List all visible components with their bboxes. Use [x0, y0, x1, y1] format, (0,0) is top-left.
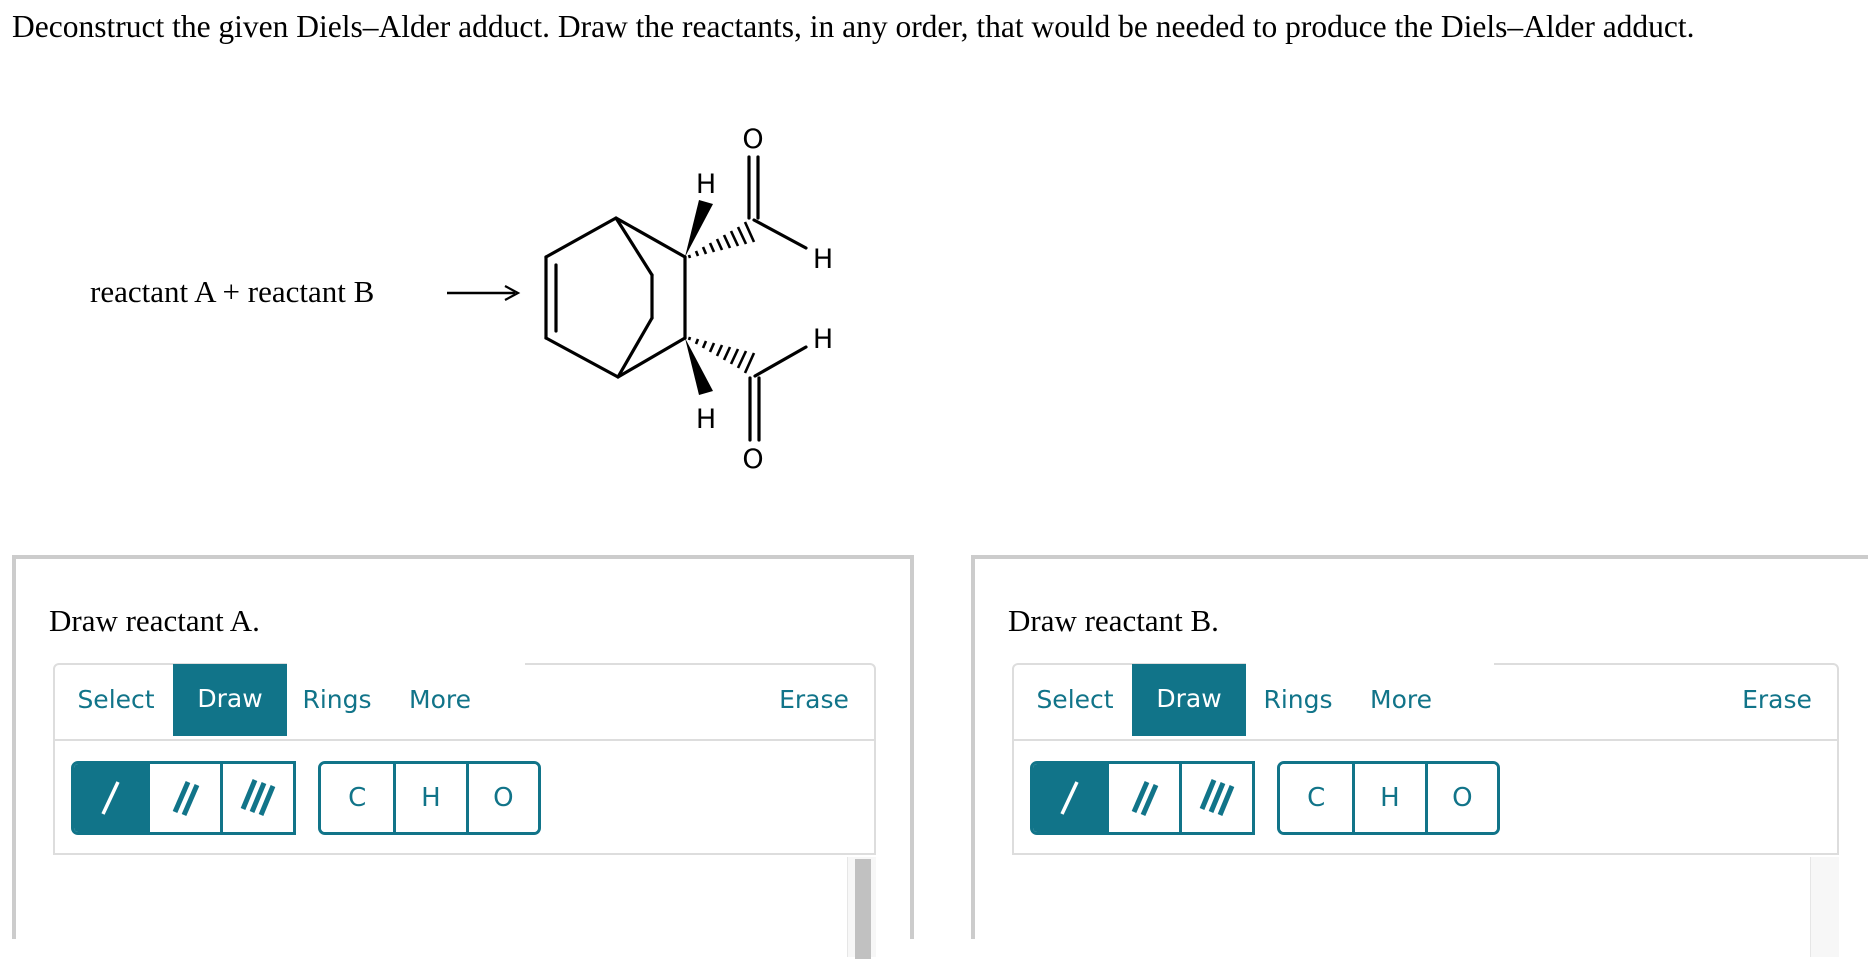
wedge-bond-top: [685, 200, 713, 257]
atom-button-c[interactable]: C: [321, 764, 394, 832]
panel-title: Draw reactant A.: [49, 603, 260, 638]
triple-bond-button[interactable]: [1178, 764, 1252, 832]
oxygen-label-top: O: [742, 124, 763, 155]
tab-select[interactable]: Select: [1020, 665, 1130, 735]
scrollbar-track[interactable]: [1810, 857, 1839, 957]
atom-button-h[interactable]: H: [1352, 764, 1425, 832]
reaction-scheme: reactant A + reactant B O H H H H O: [0, 0, 1000, 500]
oxygen-label-bottom: O: [742, 444, 763, 475]
double-bond-button[interactable]: [1105, 764, 1179, 832]
bond: [752, 218, 808, 250]
hydrogen-label-aldehyde-top: H: [813, 244, 833, 275]
atom-button-o[interactable]: O: [465, 764, 538, 832]
tab-rings[interactable]: Rings: [289, 665, 385, 735]
drawing-toolbar: Select Draw Rings More Erase C H O: [1012, 663, 1839, 855]
ring-bonds: [544, 155, 808, 442]
erase-button[interactable]: Erase: [1737, 665, 1817, 735]
bond: [544, 336, 620, 379]
atom-buttons: C H O: [318, 761, 541, 835]
single-bond-button[interactable]: [74, 764, 147, 832]
tab-draw[interactable]: Draw: [173, 664, 287, 736]
atom-button-o[interactable]: O: [1424, 764, 1497, 832]
panel-reactant-a: Draw reactant A. Select Draw Rings More …: [12, 555, 914, 959]
double-bond-icon: [1131, 781, 1159, 816]
scrollbar-thumb[interactable]: [855, 859, 871, 959]
triple-bond-icon: [1199, 779, 1235, 816]
bond-buttons: [1030, 761, 1255, 835]
reaction-arrow-icon: [447, 285, 521, 301]
triple-bond-icon: [240, 779, 276, 816]
triple-bond-button[interactable]: [219, 764, 293, 832]
hydrogen-label-aldehyde-bottom: H: [813, 324, 833, 355]
hydrogen-label-wedge-bottom: H: [696, 404, 716, 435]
bond: [753, 345, 808, 378]
panel-reactant-b: Draw reactant B. Select Draw Rings More …: [971, 555, 1868, 957]
atom-buttons: C H O: [1277, 761, 1500, 835]
erase-button[interactable]: Erase: [774, 665, 854, 735]
atom-button-c[interactable]: C: [1280, 764, 1353, 832]
drawing-canvas[interactable]: [53, 857, 876, 959]
tab-rings[interactable]: Rings: [1250, 665, 1346, 735]
product-structure: O H H H H O: [447, 124, 833, 475]
tab-more[interactable]: More: [1356, 665, 1446, 735]
tab-row: Select Draw Rings More Erase: [55, 663, 874, 741]
bond: [614, 216, 687, 259]
single-bond-icon: [1060, 781, 1080, 815]
drawing-toolbar: Select Draw Rings More Erase C H O: [53, 663, 876, 855]
bond: [544, 216, 618, 259]
double-bond-button[interactable]: [146, 764, 220, 832]
tab-row: Select Draw Rings More Erase: [1014, 663, 1837, 741]
single-bond-icon: [101, 781, 121, 815]
scrollbar-track[interactable]: [847, 857, 876, 959]
tab-select[interactable]: Select: [61, 665, 171, 735]
tool-row: C H O: [1014, 741, 1837, 853]
panel-title: Draw reactant B.: [1008, 603, 1219, 638]
tool-row: C H O: [55, 741, 874, 853]
bond-buttons: [71, 761, 296, 835]
tab-more[interactable]: More: [395, 665, 485, 735]
single-bond-button[interactable]: [1033, 764, 1106, 832]
tab-draw[interactable]: Draw: [1132, 664, 1246, 736]
atom-button-h[interactable]: H: [393, 764, 466, 832]
wedge-bond-bottom: [685, 338, 713, 395]
double-bond-icon: [172, 781, 200, 816]
drawing-canvas[interactable]: [1012, 857, 1839, 957]
hydrogen-label-wedge-top: H: [696, 169, 716, 200]
